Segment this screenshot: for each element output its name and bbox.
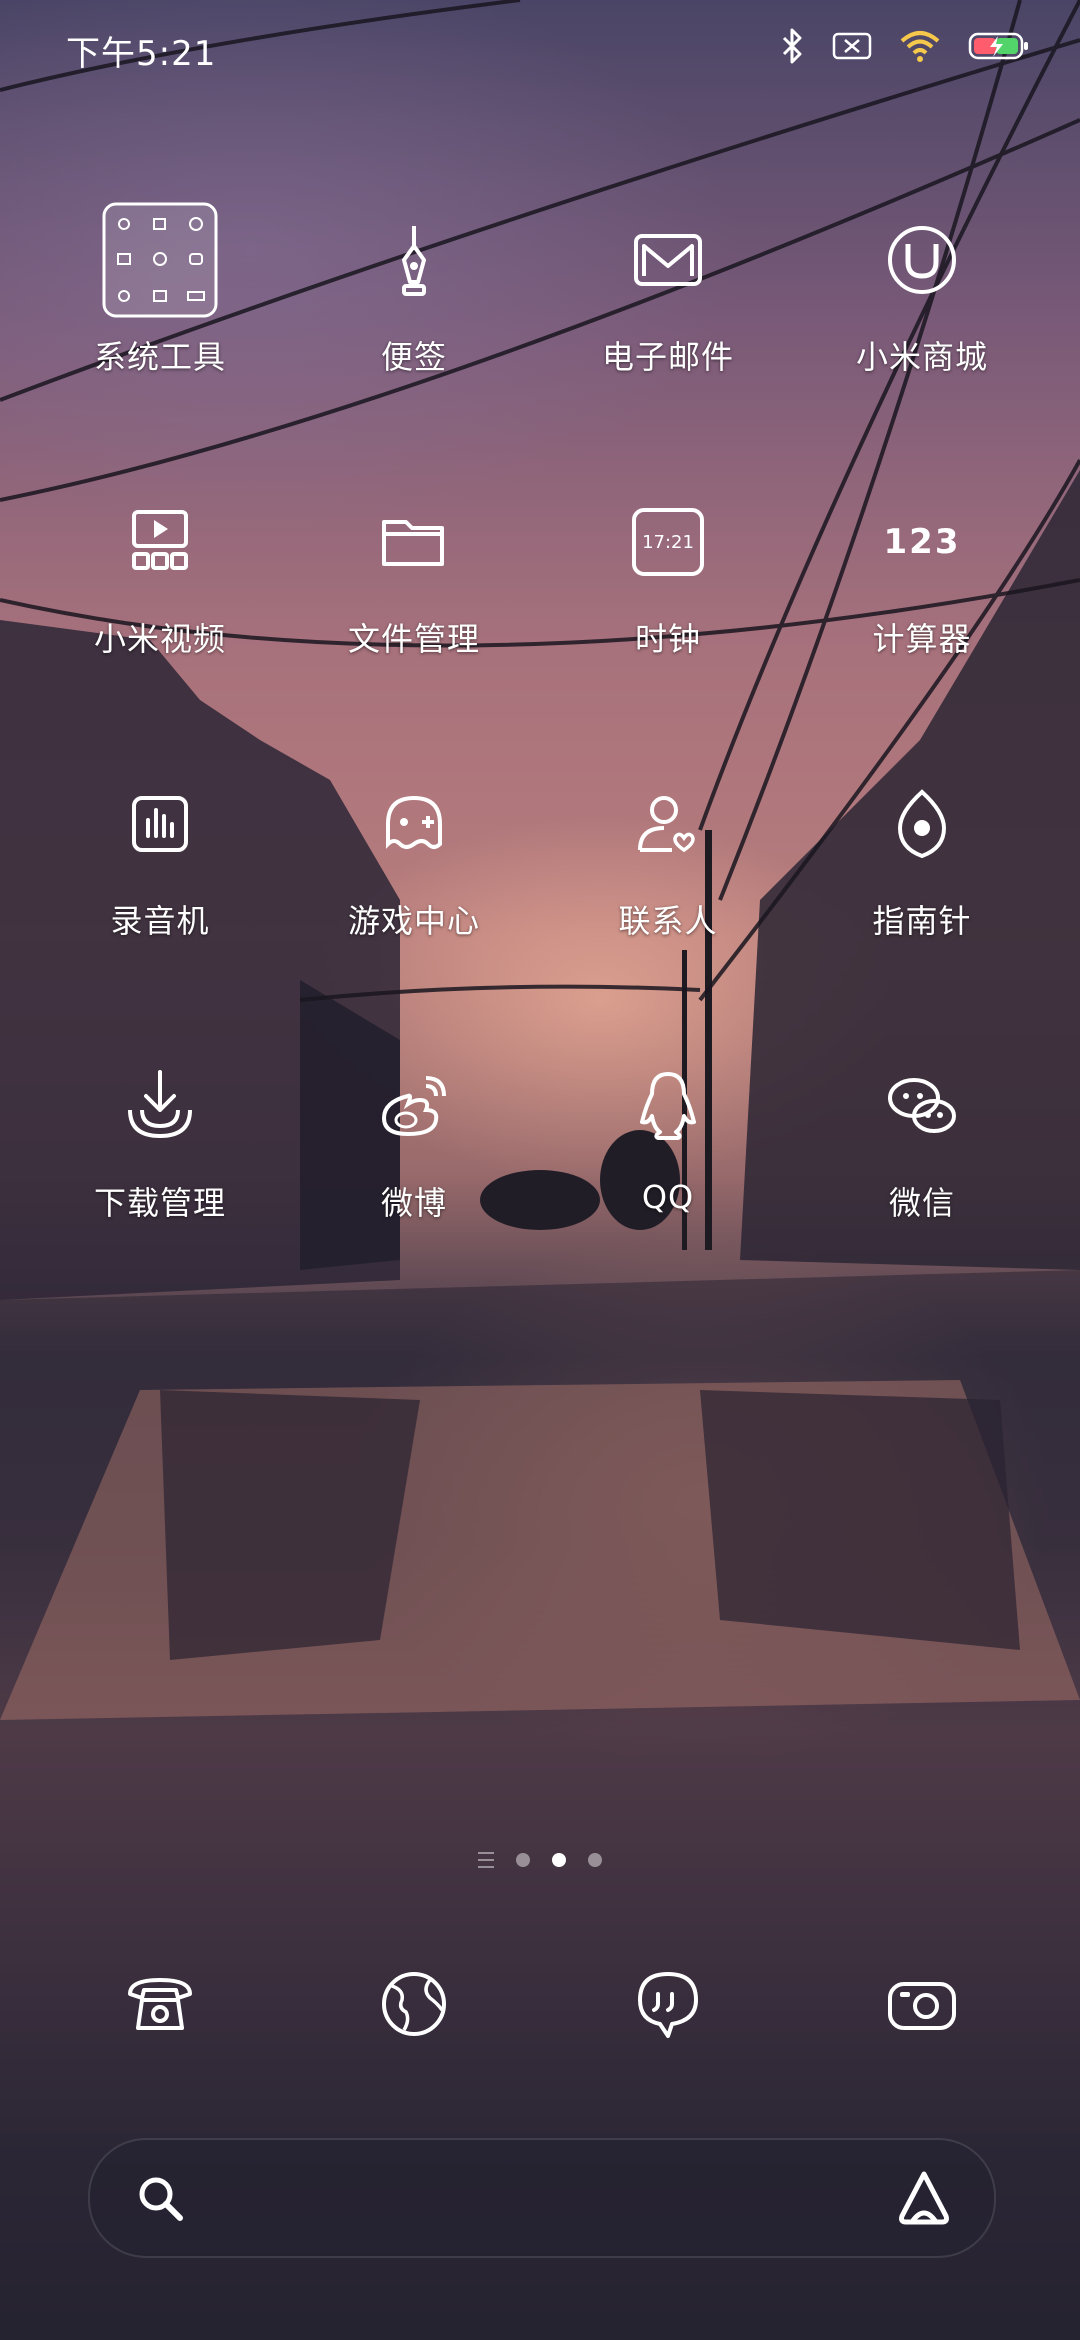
app-file-manager[interactable]: 文件管理 [294, 482, 534, 692]
app-system-tools[interactable]: 系统工具 [40, 200, 280, 410]
qq-icon [608, 1046, 728, 1166]
page-dot-3[interactable] [588, 1853, 602, 1867]
folder-tools-icon [100, 200, 220, 320]
app-label: 游戏中心 [347, 902, 480, 940]
app-label: 录音机 [110, 902, 210, 940]
app-label: 微信 [888, 1184, 955, 1222]
app-label: 文件管理 [347, 620, 480, 658]
clock-time-text: 17:21 [642, 531, 694, 553]
assistant-icon[interactable] [894, 2168, 954, 2228]
dock-camera[interactable] [862, 1944, 982, 2064]
dock-phone[interactable] [100, 1944, 220, 2064]
bluetooth-icon [782, 28, 802, 64]
page-dot-2[interactable] [552, 1853, 566, 1867]
video-icon [100, 482, 220, 602]
dock-browser[interactable] [354, 1944, 474, 2064]
app-clock[interactable]: 17:21 时钟 [548, 482, 788, 692]
app-weibo[interactable]: 微博 [294, 1046, 534, 1256]
sim-disabled-icon [832, 32, 872, 60]
app-label: 小米商城 [855, 338, 988, 376]
search-bar[interactable] [88, 2138, 996, 2258]
app-mi-video[interactable]: 小米视频 [40, 482, 280, 692]
phone-icon [128, 1978, 192, 2030]
mi-store-icon [862, 200, 982, 320]
mail-icon [608, 200, 728, 320]
calculator-icon: 123 [862, 482, 982, 602]
app-compass[interactable]: 指南针 [802, 764, 1042, 974]
game-icon [354, 764, 474, 884]
dock-messages[interactable] [608, 1944, 728, 2064]
app-downloads[interactable]: 下载管理 [40, 1046, 280, 1256]
messages-icon [638, 1972, 698, 2038]
app-notes[interactable]: 便签 [294, 200, 534, 410]
app-label: 系统工具 [93, 338, 226, 376]
download-icon [100, 1046, 220, 1166]
app-recorder[interactable]: 录音机 [40, 764, 280, 974]
wechat-icon [862, 1046, 982, 1166]
search-input[interactable] [210, 2170, 854, 2228]
app-label: 指南针 [872, 902, 972, 940]
compass-icon [862, 764, 982, 884]
app-label: QQ [641, 1178, 695, 1216]
app-label: 电子邮件 [601, 338, 734, 376]
app-qq[interactable]: QQ [548, 1046, 788, 1256]
app-game-center[interactable]: 游戏中心 [294, 764, 534, 974]
page-dot-1[interactable] [516, 1853, 530, 1867]
camera-icon [888, 1982, 956, 2030]
status-time: 下午5:21 [66, 34, 217, 74]
browser-globe-icon [382, 1972, 446, 2036]
battery-charging-icon [968, 32, 1028, 60]
search-icon[interactable] [134, 2172, 186, 2224]
app-label: 便签 [380, 338, 447, 376]
clock-icon: 17:21 [608, 482, 728, 602]
recorder-icon [100, 764, 220, 884]
app-wechat[interactable]: 微信 [802, 1046, 1042, 1256]
app-label: 联系人 [618, 902, 718, 940]
calculator-digits: 123 [883, 522, 961, 562]
page-indicator[interactable] [0, 1852, 1080, 1868]
app-label: 计算器 [872, 620, 972, 658]
app-calculator[interactable]: 123 计算器 [802, 482, 1042, 692]
app-email[interactable]: 电子邮件 [548, 200, 788, 410]
app-label: 下载管理 [93, 1184, 226, 1222]
app-contacts[interactable]: 联系人 [548, 764, 788, 974]
status-bar: 下午5:21 [0, 0, 1080, 96]
wifi-icon [900, 31, 940, 62]
app-label: 微博 [380, 1184, 447, 1222]
pen-nib-icon [354, 200, 474, 320]
folder-icon [354, 482, 474, 602]
page-menu-icon[interactable] [478, 1852, 494, 1868]
app-label: 时钟 [634, 620, 701, 658]
app-mi-store[interactable]: 小米商城 [802, 200, 1042, 410]
weibo-icon [354, 1046, 474, 1166]
app-label: 小米视频 [93, 620, 226, 658]
contacts-icon [608, 764, 728, 884]
